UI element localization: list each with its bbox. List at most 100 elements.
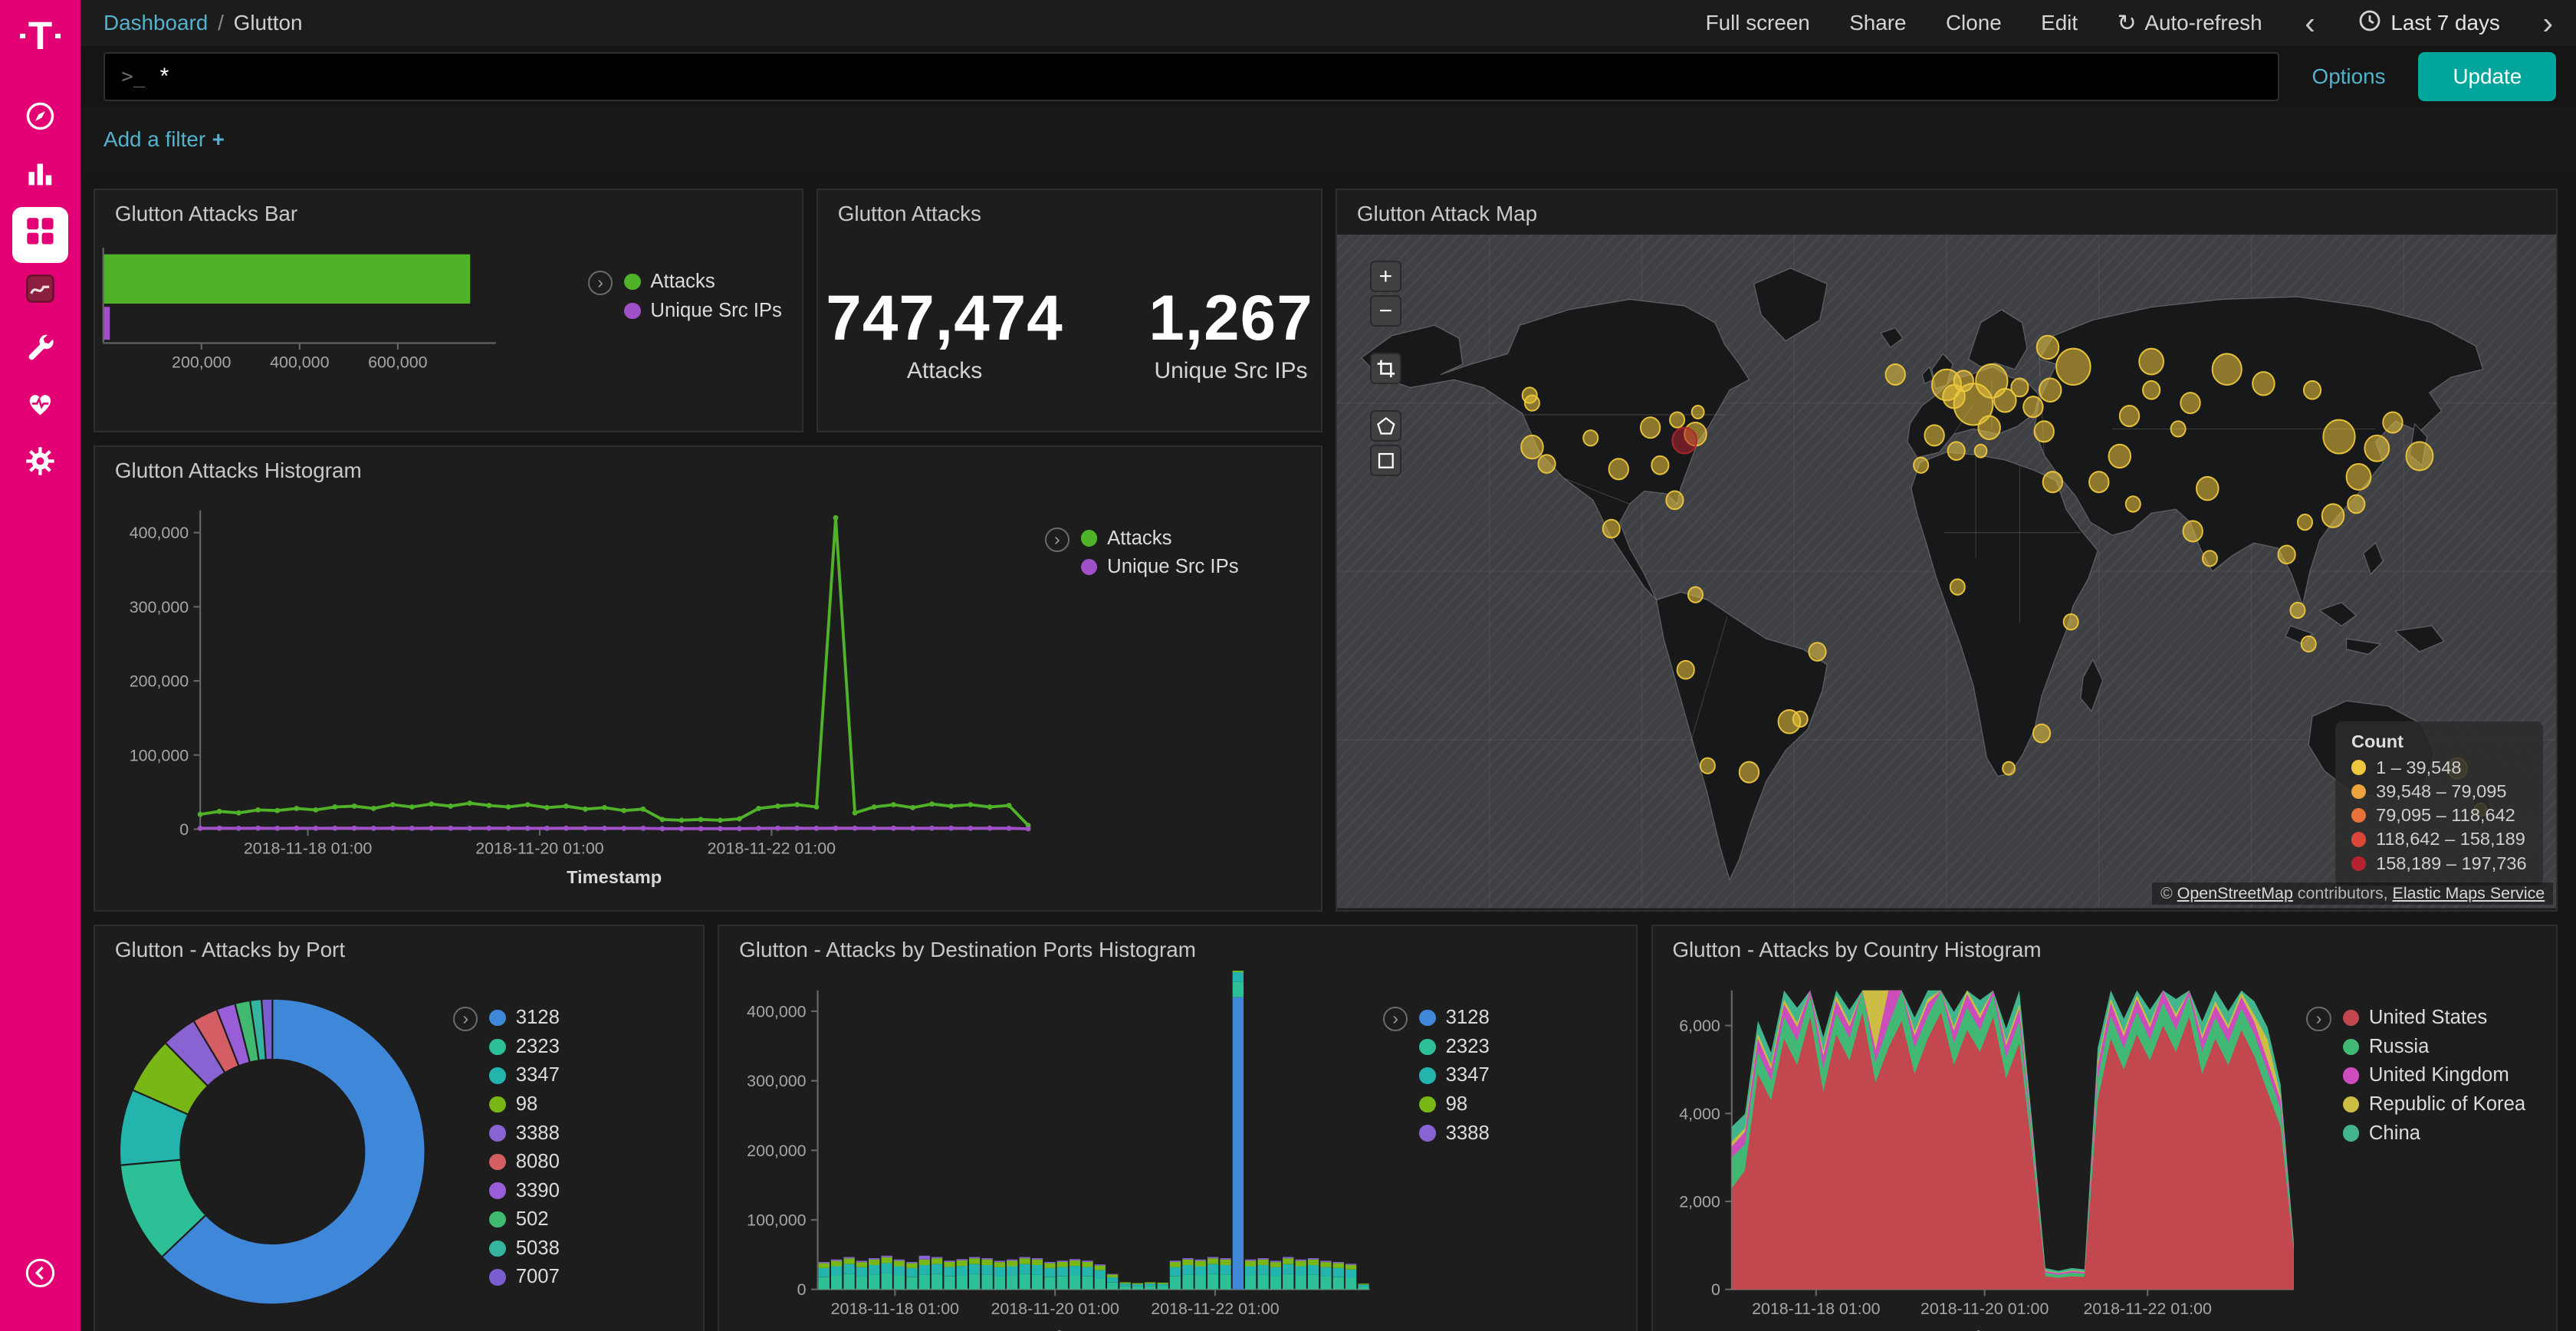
stacked-bar-segment[interactable] — [1170, 1277, 1181, 1290]
legend-item[interactable]: Unique Src IPs — [624, 300, 782, 322]
stacked-bar-segment[interactable] — [1221, 1275, 1231, 1290]
attack-location-circle[interactable] — [1609, 458, 1628, 479]
stacked-bar-segment[interactable] — [1032, 1275, 1043, 1290]
attack-location-circle[interactable] — [1740, 762, 1759, 783]
stacked-bar-segment[interactable] — [919, 1260, 930, 1265]
stacked-bar-segment[interactable] — [1070, 1266, 1080, 1275]
stacked-bar-segment[interactable] — [869, 1275, 879, 1290]
stacked-bar-segment[interactable] — [1032, 1260, 1043, 1265]
attack-location-circle[interactable] — [2196, 477, 2219, 500]
stacked-bar-segment[interactable] — [1170, 1267, 1181, 1277]
stacked-bar-segment[interactable] — [932, 1264, 942, 1274]
stacked-bar-segment[interactable] — [1070, 1276, 1080, 1290]
stacked-bar-segment[interactable] — [907, 1277, 918, 1290]
attack-location-circle[interactable] — [1948, 442, 1965, 460]
attack-location-circle[interactable] — [2252, 372, 2275, 395]
clone-button[interactable]: Clone — [1946, 11, 2002, 35]
stacked-bar-segment[interactable] — [932, 1274, 942, 1290]
stacked-bar-segment[interactable] — [1346, 1265, 1356, 1270]
stacked-bar-segment[interactable] — [1120, 1283, 1131, 1284]
stacked-bar-segment[interactable] — [1258, 1265, 1269, 1275]
stacked-bar-segment[interactable] — [1333, 1262, 1344, 1264]
attack-location-circle[interactable] — [1583, 430, 1598, 445]
stacked-bar-segment[interactable] — [1145, 1283, 1155, 1286]
stacked-bar-segment[interactable] — [844, 1258, 855, 1264]
attack-location-circle[interactable] — [2039, 379, 2062, 402]
line-series[interactable] — [200, 829, 1028, 830]
stacked-bar-segment[interactable] — [1183, 1265, 1194, 1275]
sidebar-item-timelion[interactable] — [12, 265, 68, 320]
stacked-bar-segment[interactable] — [1083, 1262, 1093, 1267]
time-range-picker[interactable]: Last 7 days — [2358, 9, 2500, 38]
stacked-bar-segment[interactable] — [1158, 1284, 1168, 1287]
stacked-bar-segment[interactable] — [932, 1257, 942, 1259]
attack-location-circle[interactable] — [2347, 464, 2371, 490]
attack-location-circle[interactable] — [2365, 435, 2390, 462]
attack-location-circle[interactable] — [2348, 495, 2364, 514]
stacked-bar-segment[interactable] — [1333, 1264, 1344, 1268]
update-button[interactable]: Update — [2418, 52, 2556, 101]
bar-segment[interactable] — [104, 307, 110, 340]
stacked-bar-segment[interactable] — [1245, 1261, 1256, 1267]
stacked-bar-segment[interactable] — [882, 1256, 892, 1257]
stacked-bar-segment[interactable] — [1145, 1286, 1155, 1290]
stacked-bar-segment[interactable] — [819, 1262, 830, 1264]
stacked-bar-segment[interactable] — [869, 1260, 879, 1265]
stacked-bar-segment[interactable] — [982, 1260, 993, 1265]
stacked-bar-segment[interactable] — [819, 1277, 830, 1290]
stacked-bar-segment[interactable] — [1132, 1283, 1143, 1285]
attack-location-circle[interactable] — [2126, 496, 2141, 511]
stacked-bar-segment[interactable] — [907, 1264, 918, 1268]
stacked-bar-segment[interactable] — [1120, 1286, 1131, 1290]
stacked-bar-segment[interactable] — [919, 1256, 930, 1260]
horizontal-bar-chart[interactable]: 200,000400,000600,000 — [95, 235, 588, 419]
stacked-bar-segment[interactable] — [945, 1267, 955, 1277]
attack-location-circle[interactable] — [1672, 428, 1697, 454]
attack-location-circle[interactable] — [2180, 393, 2200, 413]
stacked-bar-segment[interactable] — [1195, 1261, 1206, 1267]
donut-chart[interactable] — [108, 991, 453, 1326]
attack-location-circle[interactable] — [1975, 445, 1987, 458]
stacked-bar-segment[interactable] — [1308, 1265, 1319, 1275]
elastic-maps-service-link[interactable]: Elastic Maps Service — [2393, 884, 2545, 902]
query-input-wrapper[interactable]: >_ — [104, 52, 2279, 101]
attack-location-circle[interactable] — [1677, 661, 1694, 679]
stacked-bar-segment[interactable] — [1183, 1275, 1194, 1290]
attack-location-circle[interactable] — [2120, 406, 2139, 426]
stacked-bar-segment[interactable] — [1107, 1277, 1118, 1282]
stacked-bar-segment[interactable] — [1245, 1266, 1256, 1275]
stacked-bar-segment[interactable] — [945, 1260, 955, 1262]
stacked-bar-segment[interactable] — [882, 1264, 892, 1274]
stacked-bar-segment[interactable] — [994, 1277, 1005, 1290]
stacked-bar-segment[interactable] — [894, 1261, 905, 1267]
stacked-bar-segment[interactable] — [882, 1257, 892, 1264]
stacked-bar-segment[interactable] — [982, 1275, 993, 1290]
legend-item[interactable]: 98 — [489, 1093, 559, 1116]
stacked-bar-segment[interactable] — [1333, 1268, 1344, 1277]
attack-location-circle[interactable] — [1523, 387, 1537, 403]
legend-item[interactable]: 502 — [489, 1208, 559, 1231]
attack-location-circle[interactable] — [1925, 425, 1944, 445]
openstreetmap-link[interactable]: OpenStreetMap — [2177, 884, 2293, 902]
legend-item[interactable]: 2323 — [1419, 1036, 1489, 1058]
query-input[interactable] — [160, 64, 2262, 90]
stacked-bar-segment[interactable] — [1195, 1266, 1206, 1275]
stacked-bar-segment[interactable] — [932, 1258, 942, 1264]
attack-location-circle[interactable] — [2035, 421, 2054, 442]
sidebar-item-monitoring[interactable] — [12, 380, 68, 435]
stacked-bar-segment[interactable] — [969, 1258, 980, 1264]
stacked-bar-segment[interactable] — [1283, 1274, 1293, 1290]
attack-location-circle[interactable] — [2089, 472, 2108, 492]
attack-location-circle[interactable] — [1603, 520, 1620, 538]
full-screen-button[interactable]: Full screen — [1706, 11, 1810, 35]
stacked-bar-segment[interactable] — [1195, 1276, 1206, 1290]
attack-location-circle[interactable] — [2043, 472, 2062, 492]
attack-location-circle[interactable] — [2171, 421, 2186, 436]
stacked-bar-segment[interactable] — [982, 1258, 993, 1260]
legend-item[interactable]: Republic of Korea — [2343, 1093, 2526, 1116]
line-chart[interactable]: 0100,000200,000300,000400,0002018-11-18 … — [95, 491, 1045, 898]
stacked-bar-segment[interactable] — [1283, 1264, 1293, 1274]
legend-item[interactable]: 3347 — [1419, 1064, 1489, 1086]
time-forward-chevron[interactable]: › — [2539, 8, 2556, 39]
stacked-bar-segment[interactable] — [1020, 1257, 1030, 1259]
